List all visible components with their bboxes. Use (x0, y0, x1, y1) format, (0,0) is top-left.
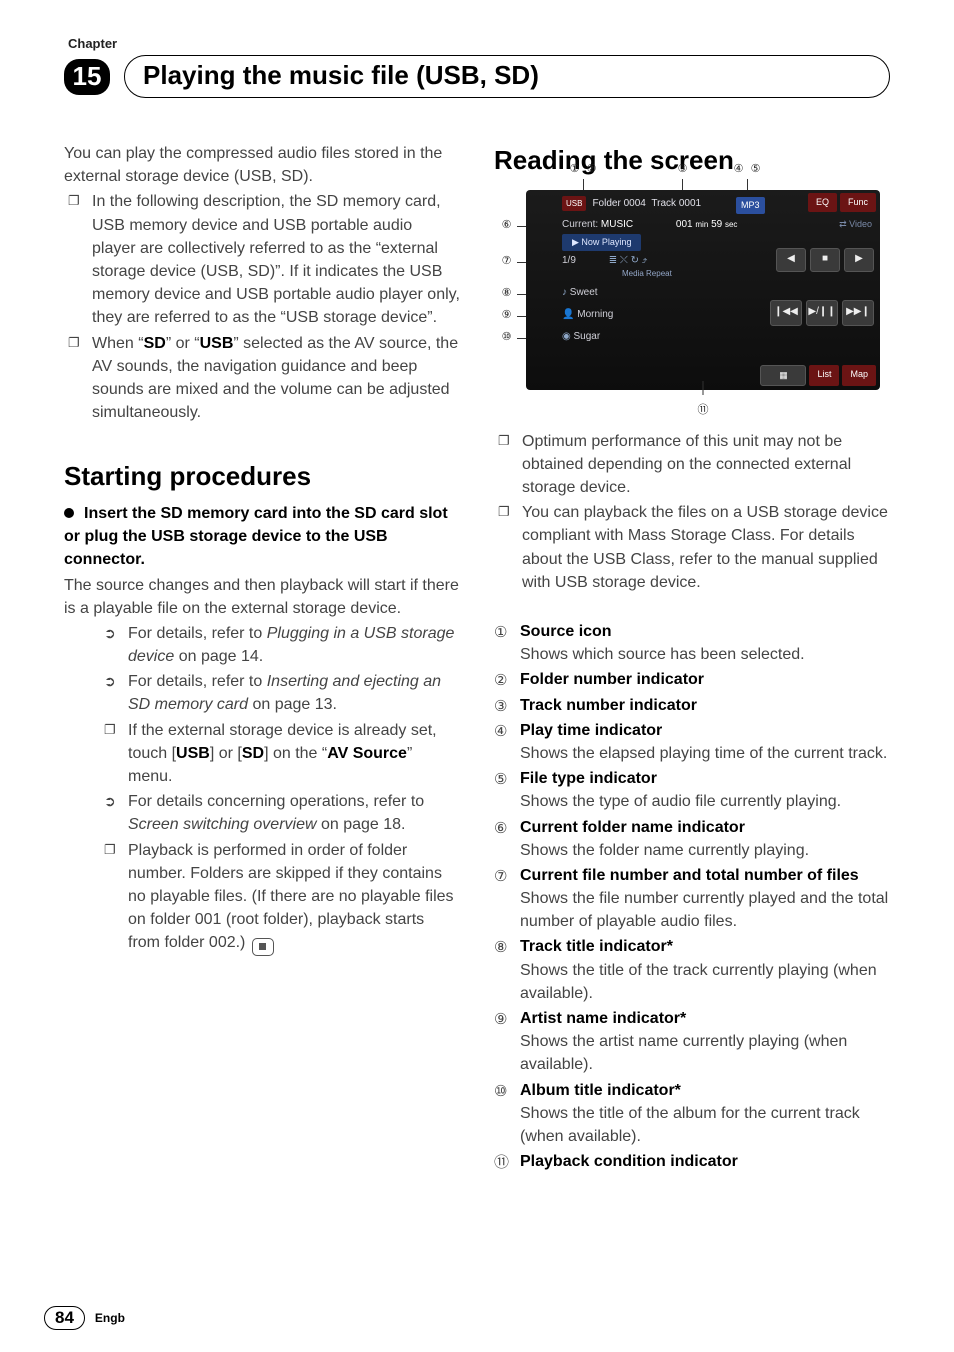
source-icon: USB (562, 196, 586, 212)
chapter-number: 15 (64, 59, 110, 95)
item-1: ①Source iconShows which source has been … (494, 620, 890, 666)
reading-note-1: Optimum performance of this unit may not… (494, 430, 890, 500)
item-11: ⑪Playback condition indicator (494, 1150, 890, 1173)
page: Chapter 15 Playing the music file (USB, … (0, 0, 954, 1352)
album-title: Sugar (574, 331, 601, 342)
sub-ref-screen-switch: For details concerning operations, refer… (100, 790, 460, 836)
item-6: ⑥Current folder name indicatorShows the … (494, 816, 890, 862)
device-screen: USB Folder 0004 Track 0001 MP3 EQ Func C… (526, 190, 880, 390)
callout-4: ④ (730, 161, 747, 178)
bullet-icon (64, 508, 74, 518)
intro-bullet-1: In the following description, the SD mem… (64, 190, 460, 329)
item-10: ⑩Album title indicator*Shows the title o… (494, 1079, 890, 1149)
callout-9: ⑨ (498, 308, 515, 325)
item-5: ⑤File type indicatorShows the type of au… (494, 767, 890, 813)
chapter-title-row: 15 Playing the music file (USB, SD) (64, 55, 890, 98)
play-pause-button[interactable]: ▶/❙❙ (806, 300, 838, 326)
item-8: ⑧Track title indicator*Shows the title o… (494, 935, 890, 1005)
media-repeat-label: Media Repeat (622, 268, 672, 280)
reading-note-2: You can playback the files on a USB stor… (494, 501, 890, 594)
file-type-badge: MP3 (736, 197, 765, 214)
callout-7: ⑦ (498, 254, 515, 271)
now-playing-label: ▶ Now Playing (562, 234, 641, 251)
item-2: ②Folder number indicator (494, 668, 890, 691)
page-number: 84 (44, 1306, 85, 1330)
stop-icon (252, 938, 274, 956)
next-track-button[interactable]: ▶▶❙ (842, 300, 874, 326)
callout-1: ① (566, 161, 583, 178)
starting-heading: Starting procedures (64, 458, 460, 496)
callout-3: ③ (674, 161, 691, 178)
page-footer: 84 Engb (44, 1306, 125, 1330)
artist-name: Morning (577, 309, 613, 320)
callout-8: ⑧ (498, 286, 515, 303)
starting-step: Insert the SD memory card into the SD ca… (64, 502, 460, 572)
item-7: ⑦Current file number and total number of… (494, 864, 890, 934)
intro-text: You can play the compressed audio files … (64, 142, 460, 188)
item-9: ⑨Artist name indicator*Shows the artist … (494, 1007, 890, 1077)
sub-ref-usb: For details, refer to Plugging in a USB … (100, 622, 460, 668)
sub-playback-order: Playback is performed in order of folder… (100, 839, 460, 956)
rewind-button[interactable]: ◀ (776, 248, 806, 272)
grid-icon[interactable]: ▦ (760, 365, 806, 386)
sub-already-set: If the external storage device is alread… (100, 719, 460, 789)
eq-tab[interactable]: EQ (808, 193, 837, 212)
screen-figure: ①② ③ ④⑤ ⑥ ⑦ ⑧ ⑨ ⑩ USB Folder 0004 Trac (526, 190, 880, 390)
forward-button[interactable]: ▶ (844, 248, 874, 272)
bottom-callout: ⑪ (695, 381, 712, 420)
chapter-label: Chapter (68, 36, 890, 51)
starting-after: The source changes and then playback wil… (64, 574, 460, 620)
callout-2: ② (583, 161, 600, 178)
item-3: ③Track number indicator (494, 694, 890, 717)
callout-6: ⑥ (498, 218, 515, 235)
item-4: ④Play time indicatorShows the elapsed pl… (494, 719, 890, 765)
left-column: You can play the compressed audio files … (64, 142, 460, 1175)
track-title: Sweet (570, 287, 598, 298)
map-tab[interactable]: Map (842, 365, 876, 386)
callout-10: ⑩ (498, 330, 515, 347)
page-lang: Engb (95, 1311, 125, 1325)
intro-bullet-2: When “SD” or “USB” selected as the AV so… (64, 332, 460, 425)
func-tab[interactable]: Func (840, 193, 876, 212)
chapter-title: Playing the music file (USB, SD) (124, 55, 890, 98)
sub-ref-sd: For details, refer to Inserting and ejec… (100, 670, 460, 716)
callout-11: ⑪ (695, 402, 712, 419)
stop-button[interactable]: ■ (810, 248, 840, 272)
right-column: Reading the screen ①② ③ ④⑤ ⑥ ⑦ ⑧ ⑨ ⑩ (494, 142, 890, 1175)
prev-track-button[interactable]: ❙◀◀ (770, 300, 802, 326)
callout-5: ⑤ (747, 161, 764, 178)
video-label: ⇄ Video (839, 218, 872, 231)
reading-heading: Reading the screen (494, 142, 890, 180)
file-pos: 1/9 (562, 255, 576, 266)
list-tab[interactable]: List (809, 365, 839, 386)
